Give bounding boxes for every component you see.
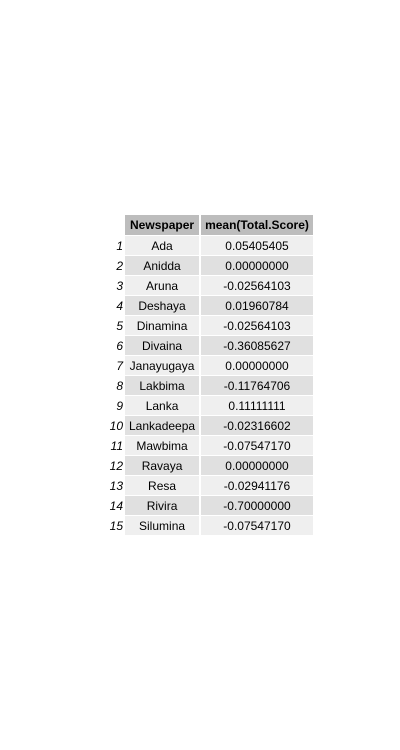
row-index: 7 [99,356,123,376]
table-row: 15 Silumina -0.07547170 [99,516,313,536]
newspaper-cell: Divaina [125,336,200,356]
row-index: 4 [99,296,123,316]
newspaper-cell: Resa [125,476,200,496]
column-header-mean-total-score: mean(Total.Score) [201,215,313,236]
table-row: 6 Divaina -0.36085627 [99,336,313,356]
table-header: Newspaper mean(Total.Score) [99,215,313,236]
row-index: 10 [99,416,123,436]
mean-score-cell: -0.02316602 [201,416,313,436]
newspaper-cell: Lakbima [125,376,200,396]
table-row: 13 Resa -0.02941176 [99,476,313,496]
row-index: 3 [99,276,123,296]
row-index: 15 [99,516,123,536]
mean-score-cell: 0.01960784 [201,296,313,316]
table-row: 10 Lankadeepa -0.02316602 [99,416,313,436]
mean-score-cell: -0.11764706 [201,376,313,396]
newspaper-cell: Mawbima [125,436,200,456]
newspaper-cell: Rivira [125,496,200,516]
row-index: 8 [99,376,123,396]
newspaper-cell: Aruna [125,276,200,296]
newspaper-cell: Ada [125,236,200,256]
newspaper-cell: Ravaya [125,456,200,476]
table-row: 5 Dinamina -0.02564103 [99,316,313,336]
table-row: 12 Ravaya 0.00000000 [99,456,313,476]
mean-score-cell: 0.00000000 [201,256,313,276]
mean-score-cell: -0.07547170 [201,436,313,456]
mean-score-cell: 0.05405405 [201,236,313,256]
newspaper-cell: Janayugaya [125,356,200,376]
table-row: 4 Deshaya 0.01960784 [99,296,313,316]
row-index: 1 [99,236,123,256]
table-row: 1 Ada 0.05405405 [99,236,313,256]
column-header-newspaper: Newspaper [125,215,200,236]
table-row: 3 Aruna -0.02564103 [99,276,313,296]
mean-score-cell: -0.70000000 [201,496,313,516]
table-row: 8 Lakbima -0.11764706 [99,376,313,396]
row-index: 5 [99,316,123,336]
header-row: Newspaper mean(Total.Score) [99,215,313,236]
row-index: 11 [99,436,123,456]
table-row: 11 Mawbima -0.07547170 [99,436,313,456]
row-index: 12 [99,456,123,476]
row-index: 2 [99,256,123,276]
row-index: 14 [99,496,123,516]
table-row: 14 Rivira -0.70000000 [99,496,313,516]
newspaper-cell: Silumina [125,516,200,536]
mean-score-cell: 0.00000000 [201,356,313,376]
table-row: 7 Janayugaya 0.00000000 [99,356,313,376]
mean-score-cell: -0.07547170 [201,516,313,536]
table-row: 9 Lanka 0.11111111 [99,396,313,416]
table-body: 1 Ada 0.05405405 2 Anidda 0.00000000 3 Aruna -0.… [99,236,313,536]
table-row: 2 Anidda 0.00000000 [99,256,313,276]
row-index: 6 [99,336,123,356]
newspaper-cell: Lankadeepa [125,416,200,436]
row-index: 13 [99,476,123,496]
row-index: 9 [99,396,123,416]
mean-score-cell: -0.02941176 [201,476,313,496]
mean-score-cell: -0.36085627 [201,336,313,356]
newspaper-cell: Lanka [125,396,200,416]
mean-score-cell: 0.11111111 [201,396,313,416]
mean-score-cell: 0.00000000 [201,456,313,476]
newspaper-cell: Anidda [125,256,200,276]
newspaper-cell: Dinamina [125,316,200,336]
newspaper-score-table: Newspaper mean(Total.Score) 1 Ada 0.054054… [97,215,315,536]
newspaper-score-table-container: Newspaper mean(Total.Score) 1 Ada 0.054054… [97,215,315,536]
mean-score-cell: -0.02564103 [201,276,313,296]
newspaper-cell: Deshaya [125,296,200,316]
mean-score-cell: -0.02564103 [201,316,313,336]
row-index-header [99,215,123,236]
